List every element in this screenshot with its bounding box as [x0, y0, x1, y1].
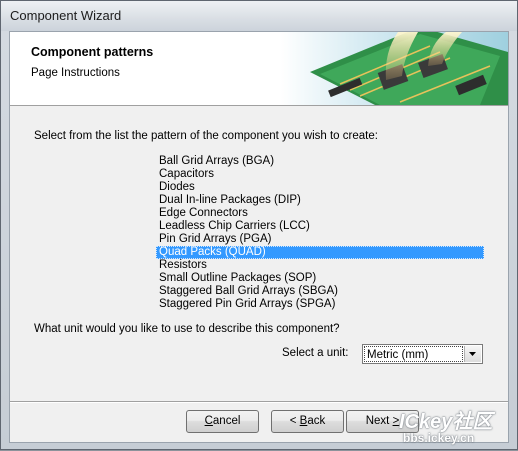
list-item[interactable]: Quad Packs (QUAD): [156, 246, 484, 259]
list-item[interactable]: Staggered Pin Grid Arrays (SPGA): [156, 298, 484, 311]
pattern-listbox[interactable]: Ball Grid Arrays (BGA) Capacitors Diodes Du…: [156, 155, 484, 311]
wizard-header: Component patterns Page Instructions: [10, 32, 508, 106]
list-item[interactable]: Ball Grid Arrays (BGA): [156, 155, 484, 168]
component-wizard-window: Component Wizard Component patterns Page…: [0, 0, 518, 450]
unit-select[interactable]: Metric (mm): [362, 344, 483, 364]
list-item[interactable]: Dual In-line Packages (DIP): [156, 194, 484, 207]
wizard-client-area: Component patterns Page Instructions Sel…: [9, 31, 509, 443]
list-item[interactable]: Capacitors: [156, 168, 484, 181]
unit-select-value: Metric (mm): [364, 346, 463, 362]
title-bar[interactable]: Component Wizard: [1, 1, 517, 31]
watermark-logo: ICkey社区: [399, 411, 493, 433]
back-button[interactable]: < Back: [271, 410, 344, 433]
watermark-url: bbs.ickey.cn: [403, 431, 475, 445]
list-item[interactable]: Edge Connectors: [156, 207, 484, 220]
ickey-watermark: ICkey社区 bbs.ickey.cn: [393, 403, 518, 451]
page-title: Component patterns: [31, 45, 154, 59]
unit-label: Select a unit:: [282, 347, 349, 359]
list-item[interactable]: Small Outline Packages (SOP): [156, 272, 484, 285]
list-item[interactable]: Staggered Ball Grid Arrays (SBGA): [156, 285, 484, 298]
window-title: Component Wizard: [10, 8, 122, 23]
list-item[interactable]: Resistors: [156, 259, 484, 272]
pcb-banner-image: [280, 32, 508, 105]
list-item[interactable]: Leadless Chip Carriers (LCC): [156, 220, 484, 233]
page-subtitle: Page Instructions: [31, 67, 120, 79]
cancel-button[interactable]: Cancel: [186, 410, 259, 433]
unit-question: What unit would you like to use to descr…: [34, 323, 340, 335]
dropdown-arrow-button[interactable]: [464, 346, 481, 362]
list-item[interactable]: Diodes: [156, 181, 484, 194]
list-item[interactable]: Pin Grid Arrays (PGA): [156, 233, 484, 246]
pattern-prompt: Select from the list the pattern of the …: [34, 130, 378, 142]
chevron-down-icon: [469, 352, 476, 356]
